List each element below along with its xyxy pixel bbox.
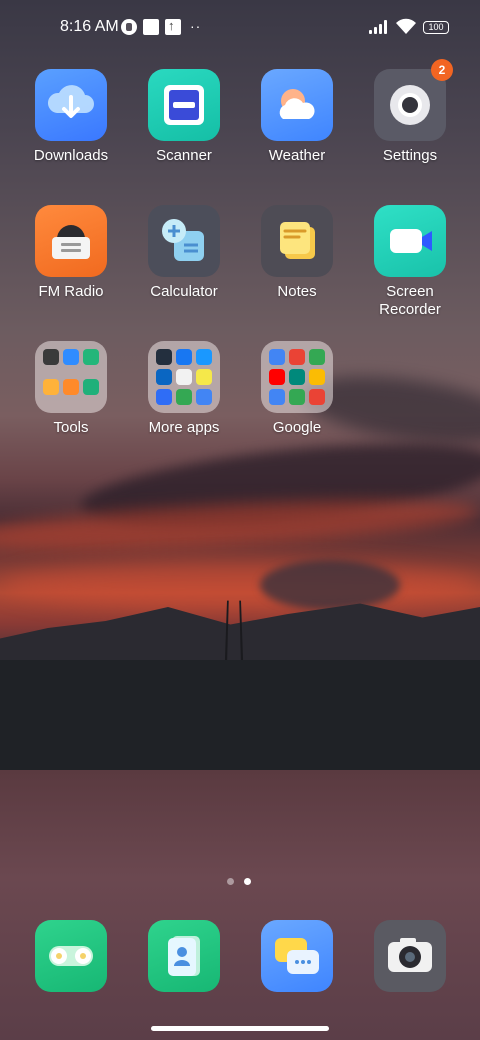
signal-icon [369, 20, 389, 34]
radio-icon [35, 205, 107, 277]
app-label: Weather [268, 147, 326, 164]
folder-more-apps[interactable]: More apps [129, 341, 239, 437]
dock-messaging[interactable] [242, 920, 352, 992]
more-notifications-icon: ·· [190, 18, 202, 34]
app-label: FM Radio [38, 283, 104, 300]
status-bar: 8:16 AM ·· 100 [0, 0, 480, 56]
app-weather[interactable]: Weather [242, 69, 352, 165]
app-scanner[interactable]: Scanner [129, 69, 239, 165]
status-time: 8:16 AM [60, 18, 119, 35]
app-calculator[interactable]: Calculator [129, 205, 239, 301]
weather-icon [261, 69, 333, 141]
gear-icon [374, 69, 446, 141]
folder-label: Google [272, 419, 322, 436]
page-dot-1[interactable] [227, 878, 234, 885]
dock-camera[interactable] [355, 920, 465, 992]
folder-icon [261, 341, 333, 413]
wifi-icon [396, 18, 416, 34]
messaging-icon [261, 920, 333, 992]
folder-label: More apps [148, 419, 220, 436]
app-screen-recorder[interactable]: Screen Recorder [355, 205, 465, 319]
app-label: Calculator [150, 283, 218, 300]
folder-icon [148, 341, 220, 413]
page-indicator[interactable] [227, 878, 257, 886]
app-label: Settings [382, 147, 438, 164]
scanner-icon [148, 69, 220, 141]
camera-icon [374, 920, 446, 992]
dock-contacts[interactable] [129, 920, 239, 992]
app-downloads[interactable]: Downloads [16, 69, 126, 165]
app-fm-radio[interactable]: FM Radio [16, 205, 126, 301]
home-gesture-bar[interactable] [151, 1026, 329, 1031]
folder-icon [35, 341, 107, 413]
dock-app-1[interactable] [16, 920, 126, 992]
notification-badge: 2 [431, 59, 453, 81]
switch-toggle-icon [35, 920, 107, 992]
battery-icon: 100 [423, 21, 449, 34]
app-label: Screen Recorder [379, 283, 441, 318]
notes-icon [261, 205, 333, 277]
calculator-icon [148, 205, 220, 277]
downloads-icon [35, 69, 107, 141]
folder-tools[interactable]: Tools [16, 341, 126, 437]
app-label: Scanner [156, 147, 212, 164]
contacts-icon [148, 920, 220, 992]
folder-google[interactable]: Google [242, 341, 352, 437]
app-settings[interactable]: 2 Settings [355, 59, 465, 165]
page-dot-2-active[interactable] [244, 878, 251, 885]
app-label: Downloads [33, 147, 109, 164]
notification-square-icon [143, 19, 159, 35]
folder-label: Tools [53, 419, 89, 436]
video-camera-icon [374, 205, 446, 277]
app-notes[interactable]: Notes [242, 205, 352, 301]
app-label: Notes [277, 283, 317, 300]
notification-app-icon [121, 19, 137, 35]
upload-icon [165, 18, 181, 35]
